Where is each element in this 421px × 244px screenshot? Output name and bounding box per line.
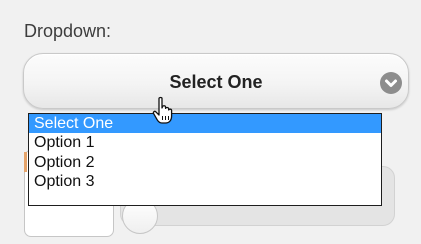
dropdown-select-button[interactable]: Select One	[23, 53, 409, 109]
chevron-down-icon	[380, 72, 402, 94]
background-accent	[24, 152, 27, 172]
dropdown-label: Dropdown:	[24, 21, 112, 41]
dropdown-selected-value: Select One	[169, 72, 263, 92]
dropdown-option-2[interactable]: Option 2	[29, 153, 381, 172]
hand-pointer-icon	[150, 96, 178, 126]
dropdown-options-list[interactable]: Select One Option 1 Option 2 Option 3	[28, 113, 382, 206]
dropdown-option-select-one[interactable]: Select One	[29, 114, 381, 134]
dropdown-option-3[interactable]: Option 3	[29, 172, 381, 191]
dropdown-option-1[interactable]: Option 1	[29, 133, 381, 152]
